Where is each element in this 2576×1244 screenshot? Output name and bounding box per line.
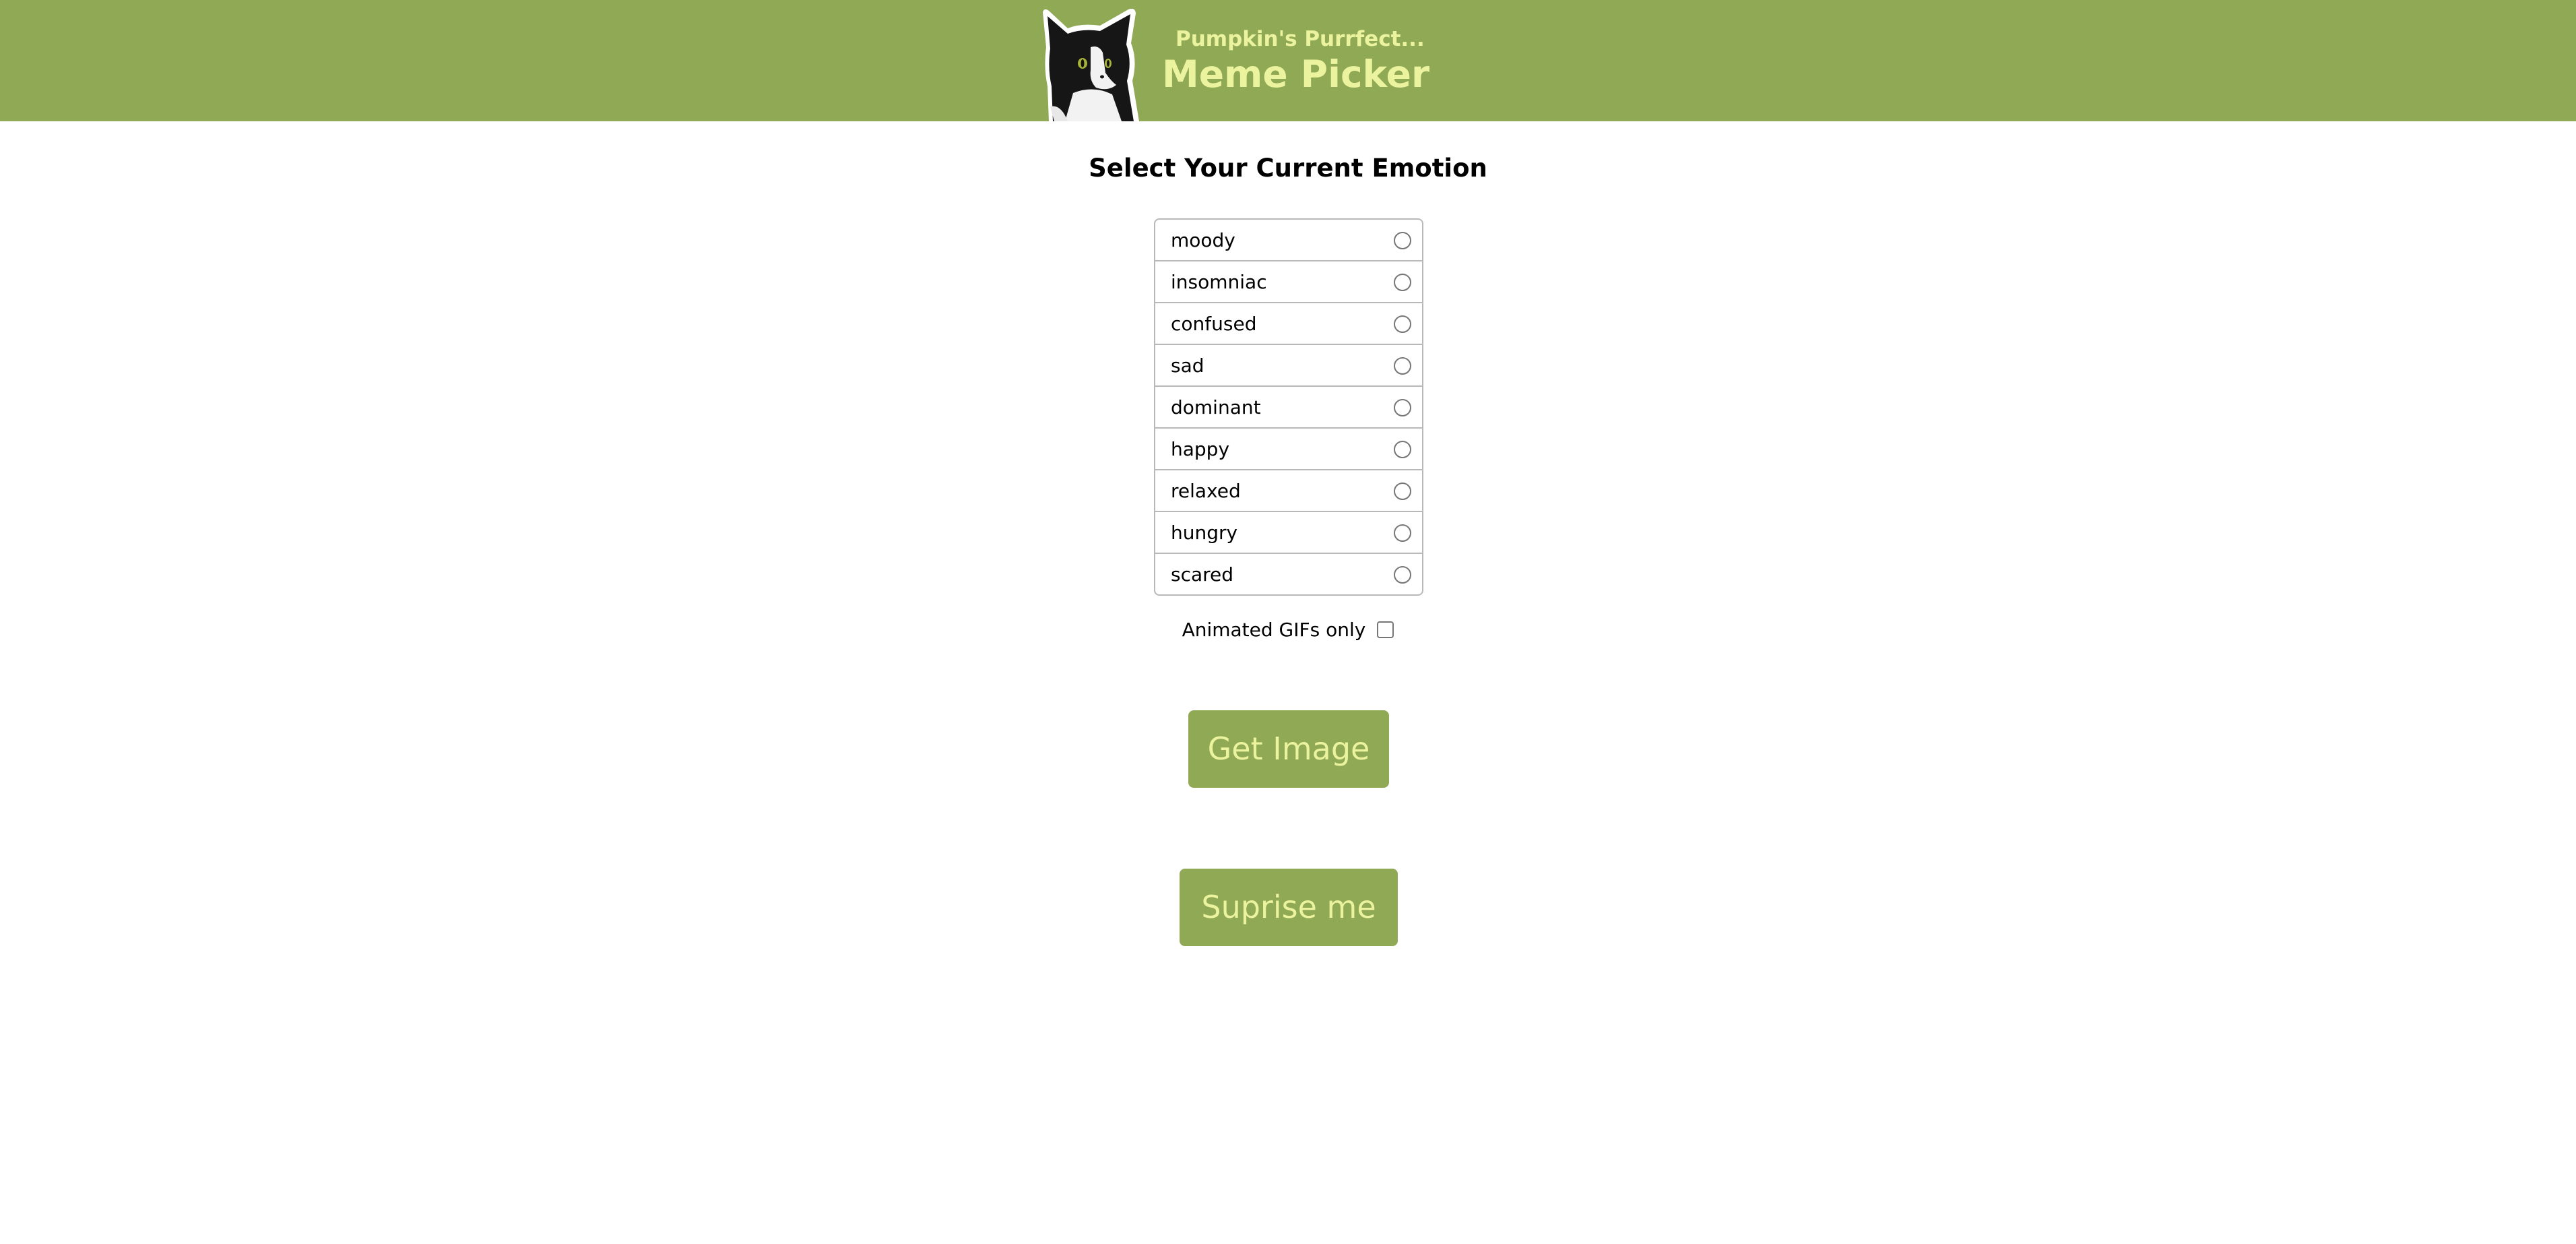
page-title: Select Your Current Emotion <box>1089 154 1487 183</box>
app-header: Pumpkin's Purrfect... Meme Picker <box>0 0 2576 121</box>
emotion-radio[interactable] <box>1394 566 1411 584</box>
emotion-label[interactable]: relaxed <box>1171 470 1241 512</box>
emotion-radio[interactable] <box>1394 357 1411 375</box>
emotion-option-relaxed[interactable]: relaxed <box>1155 470 1422 512</box>
emotion-option-insomniac[interactable]: insomniac <box>1155 261 1422 303</box>
emotion-label[interactable]: insomniac <box>1171 261 1267 303</box>
app-title: Meme Picker <box>1162 53 1430 96</box>
header-subtitle: Pumpkin's Purrfect... <box>1176 27 1425 51</box>
emotion-label[interactable]: sad <box>1171 345 1204 387</box>
emotion-label[interactable]: moody <box>1171 220 1235 261</box>
header-brand: Pumpkin's Purrfect... Meme Picker <box>1041 0 1430 121</box>
emotion-label[interactable]: confused <box>1171 303 1256 345</box>
emotion-radio[interactable] <box>1394 524 1411 542</box>
emotion-radio[interactable] <box>1394 274 1411 291</box>
emotion-label[interactable]: happy <box>1171 429 1229 470</box>
emotion-label[interactable]: hungry <box>1171 512 1237 554</box>
emotion-radio[interactable] <box>1394 483 1411 500</box>
emotion-option-moody[interactable]: moody <box>1155 220 1422 261</box>
emotion-option-hungry[interactable]: hungry <box>1155 512 1422 554</box>
get-image-button[interactable]: Get Image <box>1188 710 1389 788</box>
emotion-radio[interactable] <box>1394 399 1411 416</box>
gif-filter-label[interactable]: Animated GIFs only <box>1182 619 1366 641</box>
emotion-option-scared[interactable]: scared <box>1155 554 1422 594</box>
gif-only-checkbox[interactable] <box>1377 621 1394 638</box>
emotion-radio[interactable] <box>1394 441 1411 458</box>
emotion-radio[interactable] <box>1394 232 1411 249</box>
gif-filter: Animated GIFs only <box>0 619 2576 646</box>
cat-icon <box>1043 8 1139 121</box>
emotion-label[interactable]: dominant <box>1171 387 1261 429</box>
emotion-option-confused[interactable]: confused <box>1155 303 1422 345</box>
emotion-radio-list: moody insomniac confused sad dominant ha… <box>1154 218 1423 596</box>
emotion-option-happy[interactable]: happy <box>1155 429 1422 470</box>
emotion-radio[interactable] <box>1394 315 1411 333</box>
emotion-option-dominant[interactable]: dominant <box>1155 387 1422 429</box>
surprise-me-button[interactable]: Suprise me <box>1180 869 1398 946</box>
emotion-label[interactable]: scared <box>1171 554 1233 594</box>
emotion-option-sad[interactable]: sad <box>1155 345 1422 387</box>
